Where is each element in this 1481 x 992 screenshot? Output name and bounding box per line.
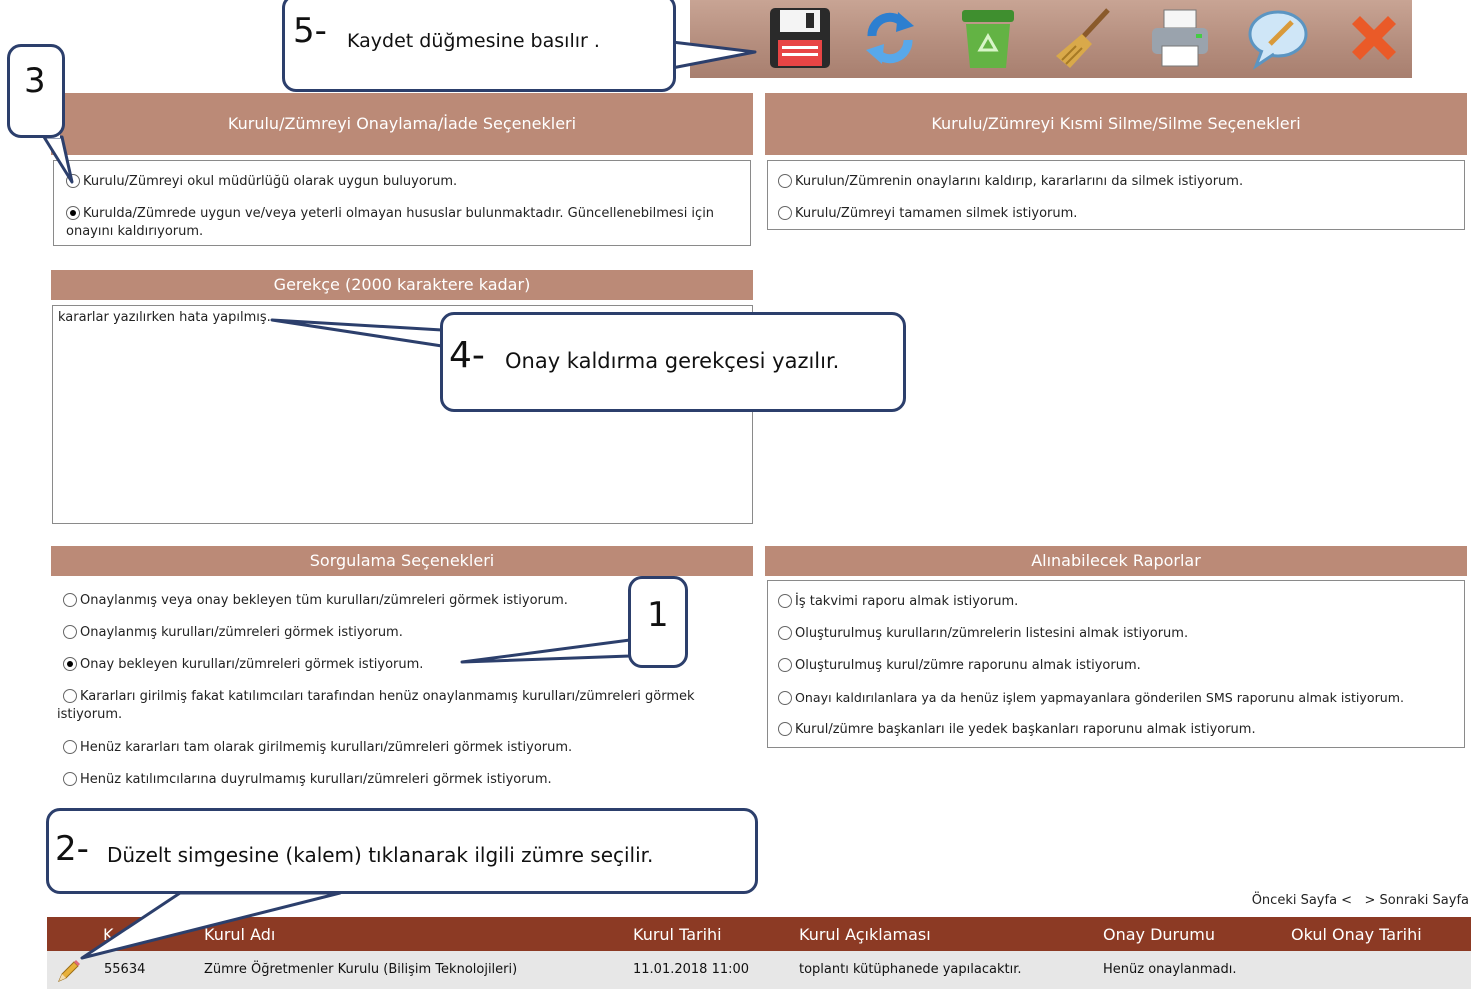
callout-step-4: 4- Onay kaldırma gerekçesi yazılır. — [440, 312, 906, 412]
callout-step-3: 3 — [7, 44, 65, 138]
callout-text: Onay kaldırma gerekçesi yazılır. — [505, 349, 840, 373]
callout-number: 1 — [647, 595, 669, 635]
callout-number: 3 — [24, 61, 46, 101]
callout-number: 5- — [293, 11, 327, 51]
callout-step-1: 1 — [628, 576, 688, 668]
callout-number: 2- — [55, 829, 89, 869]
callout-text: Kaydet düğmesine basılır . — [347, 30, 600, 52]
callout-text: Düzelt simgesine (kalem) tıklanarak ilgi… — [107, 843, 654, 867]
callout-step-2: 2- Düzelt simgesine (kalem) tıklanarak i… — [46, 808, 758, 894]
callout-number: 4- — [449, 335, 485, 376]
callout-step-5: 5- Kaydet düğmesine basılır . — [282, 0, 676, 92]
